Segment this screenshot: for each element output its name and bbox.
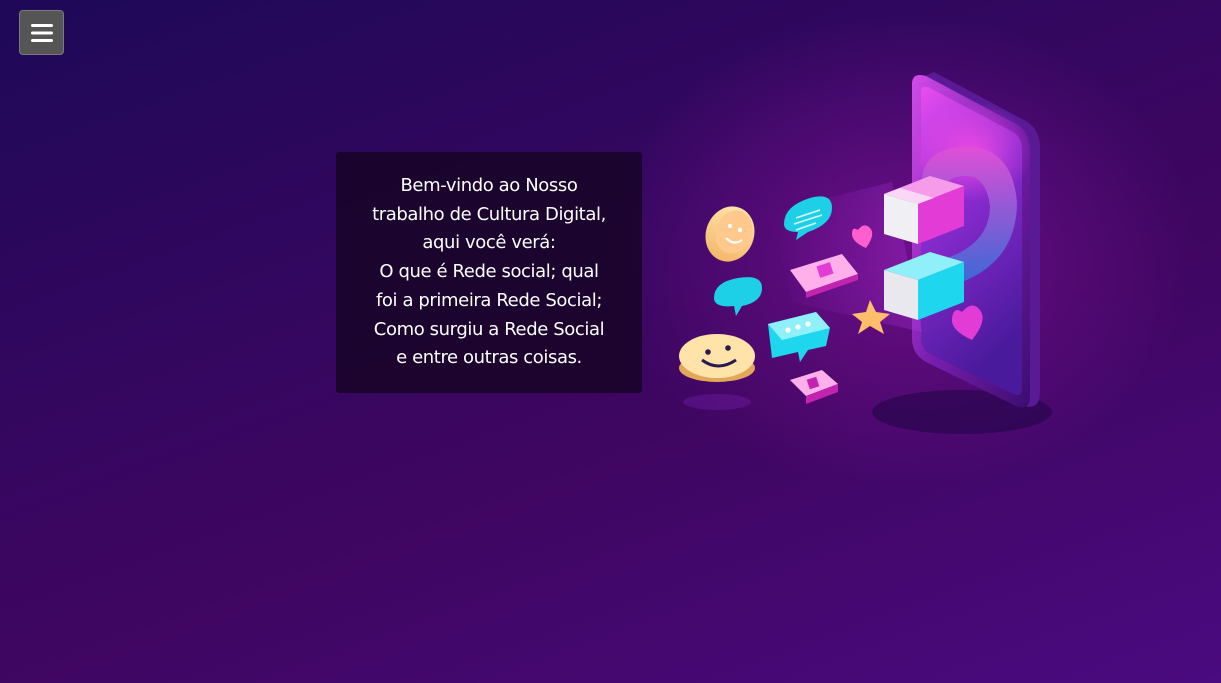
hamburger-menu-icon bbox=[30, 23, 53, 42]
menu-button[interactable] bbox=[19, 10, 64, 55]
welcome-message-box: Bem-vindo ao Nosso trabalho de Cultura D… bbox=[336, 152, 642, 393]
phone-magnet-social-media-icon bbox=[679, 72, 1052, 434]
welcome-line: Bem-vindo ao Nosso bbox=[400, 175, 578, 197]
welcome-line: Como surgiu a Rede Social bbox=[373, 318, 605, 340]
welcome-line: O que é Rede social; qual bbox=[379, 261, 599, 283]
welcome-line: e entre outras coisas. bbox=[396, 347, 582, 369]
welcome-line: foi a primeira Rede Social; bbox=[375, 289, 603, 311]
welcome-line: trabalho de Cultura Digital, bbox=[372, 203, 606, 225]
welcome-line: aqui você verá: bbox=[422, 232, 556, 254]
